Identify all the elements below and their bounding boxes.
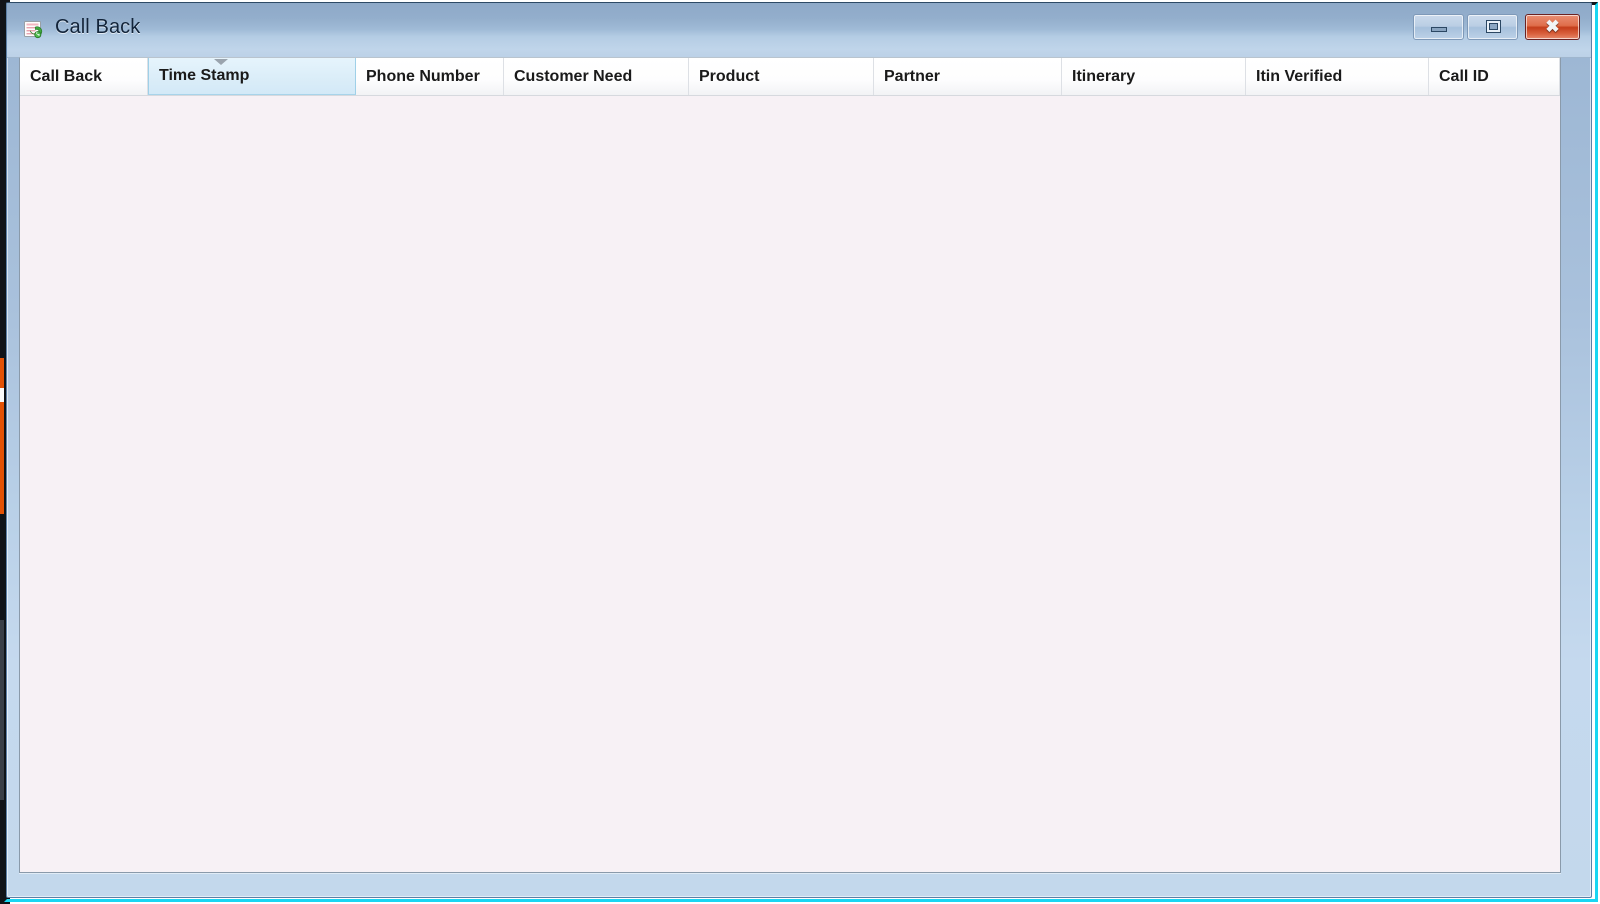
- column-header-label: Call ID: [1439, 67, 1489, 85]
- client-bottom-edge: [19, 873, 1561, 874]
- restore-icon: [1485, 20, 1501, 33]
- window-title: Call Back: [55, 16, 141, 38]
- callback-note-phone-icon: [23, 19, 45, 41]
- column-header-call-back[interactable]: Call Back: [20, 58, 148, 95]
- column-header-label: Call Back: [30, 67, 103, 85]
- column-header-call-id[interactable]: Call ID: [1429, 58, 1560, 95]
- close-button[interactable]: ✖: [1525, 14, 1580, 40]
- column-header-itinerary[interactable]: Itinerary: [1062, 58, 1246, 95]
- column-header-label: Product: [699, 67, 760, 85]
- column-header-label: Customer Need: [514, 67, 633, 85]
- restore-button[interactable]: [1467, 14, 1518, 40]
- column-header-product[interactable]: Product: [689, 58, 874, 95]
- sort-indicator-triangle-down-icon: [214, 59, 228, 65]
- column-header-phone-number[interactable]: Phone Number: [356, 58, 504, 95]
- close-icon: ✖: [1545, 17, 1560, 36]
- call-back-window: Call Back ✖ Call Back Time Stamp Phone Num…: [6, 2, 1592, 898]
- grid-body-empty[interactable]: [20, 96, 1560, 872]
- column-header-itin-verified[interactable]: Itin Verified: [1246, 58, 1429, 95]
- column-header-label: Partner: [884, 67, 941, 85]
- column-header-label: Itin Verified: [1256, 67, 1343, 85]
- window-titlebar[interactable]: Call Back ✖: [7, 3, 1591, 58]
- column-header-label: Itinerary: [1072, 67, 1136, 85]
- call-back-data-grid[interactable]: Call Back Time Stamp Phone Number Customer …: [19, 57, 1561, 873]
- minimize-button[interactable]: [1413, 14, 1464, 40]
- column-header-customer-need[interactable]: Customer Need: [504, 58, 689, 95]
- column-header-partner[interactable]: Partner: [874, 58, 1062, 95]
- grid-header-row: Call Back Time Stamp Phone Number Customer …: [20, 58, 1560, 96]
- column-header-time-stamp[interactable]: Time Stamp: [148, 58, 356, 95]
- minimize-icon: [1430, 27, 1447, 32]
- column-header-label: Time Stamp: [159, 67, 250, 84]
- column-header-label: Phone Number: [366, 67, 480, 85]
